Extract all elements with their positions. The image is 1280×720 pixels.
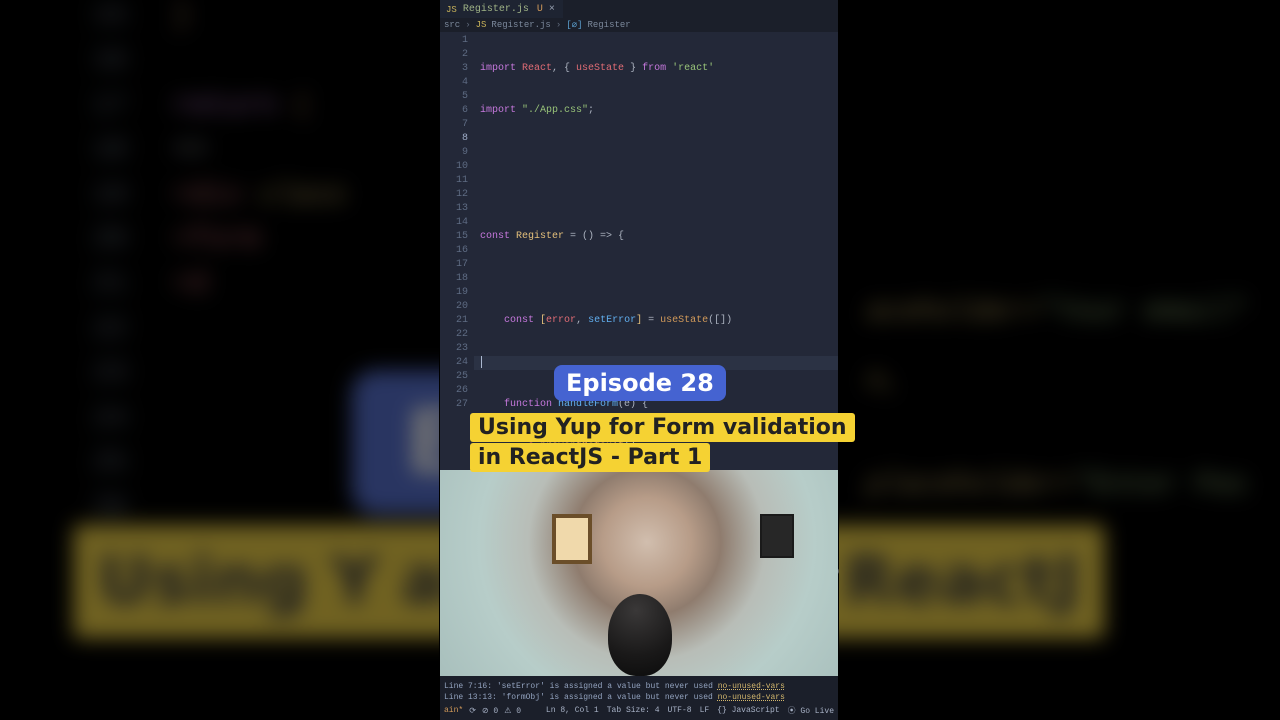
tab-modified-marker: U — [537, 4, 543, 15]
js-icon: JS — [476, 20, 487, 30]
webcam-feed — [440, 470, 838, 676]
wall-frame — [552, 514, 592, 564]
cursor-pos[interactable]: Ln 8, Col 1 — [546, 706, 599, 715]
breadcrumb-symbol[interactable]: Register — [587, 20, 630, 30]
status-bar: ain* ⟳ ⊘ 0 ⚠ 0 Ln 8, Col 1 Tab Size: 4 U… — [440, 704, 838, 717]
chevron-right-icon: › — [465, 20, 470, 30]
tab-size[interactable]: Tab Size: 4 — [607, 706, 660, 715]
breadcrumb-file[interactable]: Register.js — [491, 20, 550, 30]
js-icon: JS — [446, 5, 457, 15]
wall-frame — [760, 514, 794, 558]
encoding[interactable]: UTF-8 — [668, 706, 692, 715]
eol[interactable]: LF — [700, 706, 710, 715]
git-branch[interactable]: ain* — [444, 706, 463, 715]
language-mode[interactable]: {} JavaScript — [717, 706, 779, 715]
episode-badge: Episode 28 — [554, 365, 726, 401]
chevron-right-icon: › — [556, 20, 561, 30]
editor-tab-bar: JS Register.js U × — [440, 0, 838, 18]
warn-count[interactable]: ⚠ 0 — [504, 706, 521, 716]
tab-register[interactable]: JS Register.js U × — [440, 0, 563, 18]
sync-icon[interactable]: ⟳ — [469, 706, 476, 716]
tab-filename: Register.js — [463, 4, 529, 15]
go-live-button[interactable]: ⦿ Go Live — [788, 705, 834, 716]
breadcrumb-src[interactable]: src — [444, 20, 460, 30]
breadcrumb[interactable]: src › JS Register.js › [⌀] Register — [440, 18, 838, 32]
terminal-line: Line 7:16: 'setError' is assigned a valu… — [444, 681, 834, 692]
subtitle-badge: Using Yup for Form validation in ReactJS… — [470, 413, 855, 472]
close-icon[interactable]: × — [549, 4, 555, 15]
terminal-output[interactable]: Line 7:16: 'setError' is assigned a valu… — [440, 680, 838, 704]
symbol-icon: [⌀] — [566, 20, 582, 30]
error-count[interactable]: ⊘ 0 — [482, 706, 498, 716]
terminal-line: Line 13:13: 'formObj' is assigned a valu… — [444, 692, 834, 703]
